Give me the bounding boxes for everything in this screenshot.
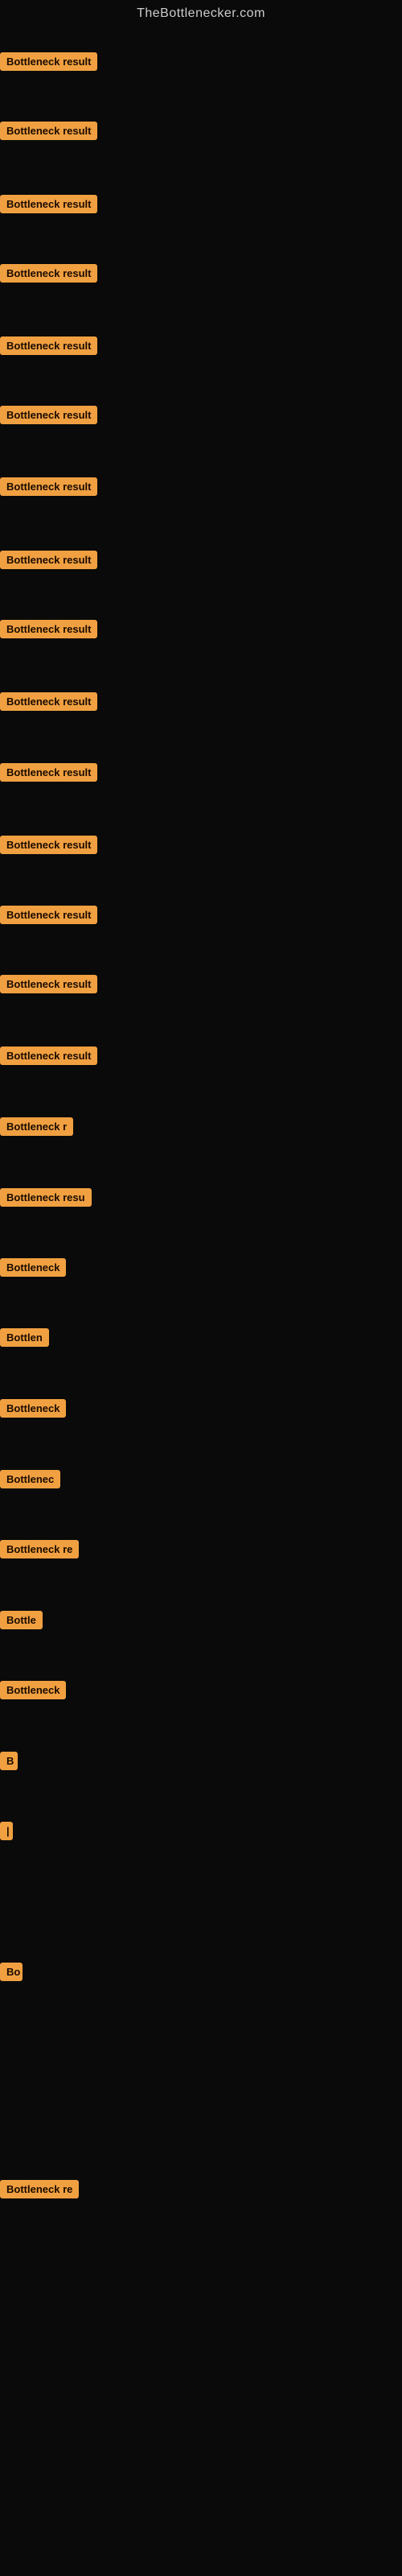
bottleneck-item[interactable]: Bottleneck re (0, 1540, 79, 1563)
bottleneck-item[interactable]: Bottleneck r (0, 1117, 73, 1140)
bottleneck-item[interactable]: Bottleneck result (0, 52, 97, 75)
bottleneck-badge: Bottleneck result (0, 975, 97, 993)
bottleneck-item[interactable]: Bottleneck result (0, 906, 97, 928)
bottleneck-item[interactable]: Bottleneck result (0, 477, 97, 500)
bottleneck-item[interactable]: Bottleneck resu (0, 1188, 92, 1211)
bottleneck-item[interactable]: Bo (0, 1963, 23, 1985)
bottleneck-badge: Bottleneck result (0, 406, 97, 424)
bottleneck-badge: Bottleneck result (0, 264, 97, 283)
bottleneck-item[interactable]: Bottleneck result (0, 551, 97, 573)
bottleneck-item[interactable]: Bottleneck result (0, 692, 97, 715)
bottleneck-item[interactable]: Bottlenec (0, 1470, 60, 1492)
bottleneck-badge: Bottleneck (0, 1681, 66, 1699)
bottleneck-item[interactable]: Bottleneck result (0, 122, 97, 144)
bottleneck-badge: Bottleneck result (0, 477, 97, 496)
bottleneck-badge: Bottleneck r (0, 1117, 73, 1136)
bottleneck-item[interactable]: Bottleneck result (0, 763, 97, 786)
bottleneck-badge: Bottleneck result (0, 763, 97, 782)
bottleneck-item[interactable]: Bottleneck (0, 1258, 66, 1281)
bottleneck-badge: Bottlenec (0, 1470, 60, 1488)
bottleneck-item[interactable]: Bottleneck result (0, 336, 97, 359)
bottleneck-badge: Bottleneck result (0, 836, 97, 854)
bottleneck-item[interactable]: | (0, 1822, 13, 1844)
bottleneck-item[interactable]: Bottleneck (0, 1399, 66, 1422)
bottleneck-badge: Bottle (0, 1611, 43, 1629)
bottleneck-badge: Bottleneck result (0, 692, 97, 711)
bottleneck-item[interactable]: Bottleneck result (0, 264, 97, 287)
bottleneck-item[interactable]: Bottleneck result (0, 1046, 97, 1069)
bottleneck-item[interactable]: Bottleneck result (0, 406, 97, 428)
bottleneck-badge: Bottleneck result (0, 551, 97, 569)
bottleneck-badge: B (0, 1752, 18, 1770)
bottleneck-item[interactable]: Bottlen (0, 1328, 49, 1351)
bottleneck-item[interactable]: B (0, 1752, 18, 1774)
bottleneck-badge: Bottleneck result (0, 620, 97, 638)
bottleneck-item[interactable]: Bottleneck result (0, 195, 97, 217)
bottleneck-item[interactable]: Bottleneck result (0, 975, 97, 997)
bottleneck-badge: Bottleneck (0, 1258, 66, 1277)
bottleneck-badge: Bottleneck result (0, 1046, 97, 1065)
bottleneck-badge: Bottleneck result (0, 336, 97, 355)
bottleneck-item[interactable]: Bottleneck (0, 1681, 66, 1703)
bottleneck-badge: Bottleneck result (0, 122, 97, 140)
bottleneck-badge: Bottleneck result (0, 52, 97, 71)
bottleneck-badge: | (0, 1822, 13, 1840)
bottleneck-badge: Bottleneck result (0, 195, 97, 213)
bottleneck-badge: Bottlen (0, 1328, 49, 1347)
bottleneck-badge: Bottleneck result (0, 906, 97, 924)
bottleneck-item[interactable]: Bottle (0, 1611, 43, 1633)
site-title: TheBottlenecker.com (0, 0, 402, 31)
bottleneck-badge: Bottleneck (0, 1399, 66, 1418)
bottleneck-item[interactable]: Bottleneck result (0, 620, 97, 642)
bottleneck-item[interactable]: Bottleneck re (0, 2180, 79, 2202)
bottleneck-badge: Bottleneck re (0, 2180, 79, 2198)
bottleneck-badge: Bottleneck resu (0, 1188, 92, 1207)
bottleneck-badge: Bo (0, 1963, 23, 1981)
bottleneck-badge: Bottleneck re (0, 1540, 79, 1558)
bottleneck-item[interactable]: Bottleneck result (0, 836, 97, 858)
